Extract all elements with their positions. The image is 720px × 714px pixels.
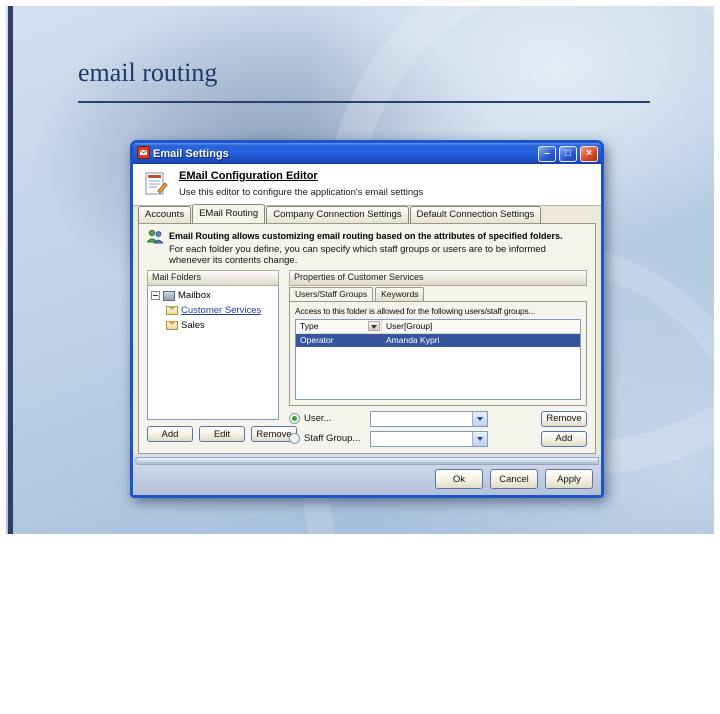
window-icon [137,145,150,162]
maximize-button[interactable]: □ [559,145,577,162]
mail-folders-tree[interactable]: Mailbox Customer Services Sales [147,286,279,420]
tree-item-root[interactable]: Mailbox [148,288,278,303]
tab-email-routing[interactable]: EMail Routing [192,204,266,223]
mail-folder-icon [166,321,178,330]
mail-folders-header: Mail Folders [147,270,279,286]
access-list-row[interactable]: Operator Amanda Kypri [296,334,580,347]
editor-subtitle: Use this editor to configure the applica… [179,187,424,198]
editor-title: EMail Configuration Editor [179,170,318,182]
users-group-icon [146,229,164,245]
dialog-footer: Ok Cancel Apply [133,454,601,495]
tree-item-label: Mailbox [178,290,211,301]
tab-users-staff-groups[interactable]: Users/Staff Groups [289,287,374,301]
titlebar[interactable]: Email Settings – □ × [133,143,601,164]
close-button[interactable]: × [580,145,598,162]
tab-company-connection-settings[interactable]: Company Connection Settings [266,206,409,223]
cancel-button[interactable]: Cancel [490,469,538,489]
folder-properties-panel: Properties of Customer Services Users/St… [289,270,587,451]
left-accent-bar [8,6,13,534]
properties-header: Properties of Customer Services [289,270,587,286]
collapse-expander-icon[interactable] [151,291,160,300]
combo-dropdown-icon[interactable] [472,431,487,446]
properties-tabstrip: Users/Staff Groups Keywords [289,287,426,301]
add-access-button[interactable]: Add [541,430,587,447]
window-title: Email Settings [153,147,229,160]
main-tabstrip: Accounts EMail Routing Company Connectio… [133,204,601,223]
cell-type: Operator [300,335,334,345]
staff-group-combo[interactable] [370,430,488,447]
add-folder-button[interactable]: Add [147,426,193,442]
tab-keywords[interactable]: Keywords [375,287,425,301]
staff-group-radio-label: Staff Group... [304,433,361,444]
tree-item-label: Sales [181,320,205,331]
ok-button[interactable]: Ok [435,469,483,489]
staff-group-radio[interactable] [289,433,300,444]
apply-button[interactable]: Apply [545,469,593,489]
chevron-down-icon [477,416,483,424]
users-staff-groups-page: Access to this folder is allowed for the… [289,301,587,406]
staff-group-selection-row: Staff Group... Add [289,430,587,447]
edit-folder-button[interactable]: Edit [199,426,245,442]
combo-dropdown-icon[interactable] [472,411,487,426]
slide-background: email routing Email Settings – □ × EMail… [6,0,720,714]
user-radio[interactable] [289,413,300,424]
tab-accounts[interactable]: Accounts [138,206,192,223]
header-band: EMail Configuration Editor Use this edit… [133,164,601,206]
title-underline-rule [78,101,650,103]
mail-folders-panel: Mail Folders Mailbox Customer Services S… [147,270,279,420]
tree-item-sales[interactable]: Sales [148,318,278,333]
mail-folder-icon [166,306,178,315]
tree-item-label: Customer Services [181,305,262,316]
tree-item-customer-services[interactable]: Customer Services [148,303,278,318]
remove-access-button[interactable]: Remove [541,410,587,427]
user-selection-row: User... Remove [289,410,587,427]
access-label: Access to this folder is allowed for the… [295,306,536,316]
chevron-down-icon [477,436,483,444]
slide-title: email routing [78,58,218,87]
editor-icon [143,171,169,197]
dialog-client-area: EMail Configuration Editor Use this edit… [133,164,601,495]
mailbox-icon [163,290,175,301]
footer-divider-bar [135,457,599,465]
tab-default-connection-settings[interactable]: Default Connection Settings [409,206,542,223]
routing-intro-heading: Email Routing allows customizing email r… [169,231,563,241]
routing-description: For each folder you define, you can spec… [169,244,546,267]
email-routing-tab-page: Email Routing allows customizing email r… [138,223,596,454]
user-radio-label: User... [304,413,332,424]
column-user-group[interactable]: User[Group] [382,320,580,333]
cell-user: Amanda Kypri [386,335,440,345]
email-settings-window: Email Settings – □ × EMail Configuration… [130,140,604,498]
user-combo[interactable] [370,410,488,427]
access-list[interactable]: Type User[Group] Operator Amanda Kypri [295,319,581,400]
access-list-header: Type User[Group] [296,320,580,334]
chevron-down-icon [371,325,377,332]
minimize-button[interactable]: – [538,145,556,162]
type-filter-dropdown-icon[interactable] [368,321,380,331]
column-type-label: Type [300,321,319,331]
column-type[interactable]: Type [296,320,382,333]
